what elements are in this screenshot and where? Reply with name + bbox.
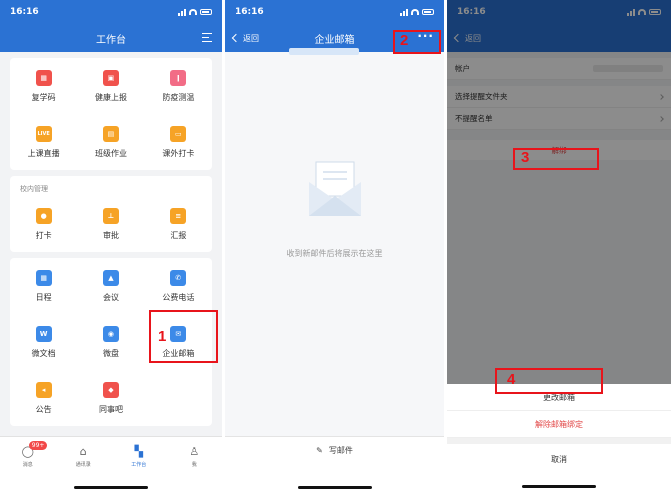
empty-mail-icon (309, 161, 361, 216)
app-schedule[interactable]: ▦ 日程 (10, 258, 77, 314)
home-indicator (74, 486, 148, 489)
drive-icon: ◉ (102, 325, 119, 342)
compose-bar: ✎ 写邮件 (225, 436, 444, 496)
checkin-card-icon: ▭ (170, 125, 187, 142)
document-icon: W (35, 325, 52, 342)
action-sheet: 更改邮箱 解除邮箱绑定 取消 (447, 384, 671, 496)
signal-icon (400, 8, 408, 16)
app-colleague-forum[interactable]: ◆ 同事吧 (77, 370, 144, 426)
app-public-phone[interactable]: ✆ 公费电话 (145, 258, 212, 314)
cancel-button[interactable]: 取消 (447, 444, 671, 474)
homework-icon: ▤ (102, 125, 119, 142)
status-bar: 16:16 (225, 0, 444, 24)
bottom-tab-bar: ◯ 99+ 消息 ⌂ 通讯录 ▚ 工作台 ♙ 我 (0, 436, 222, 496)
location-pin-icon: ● (35, 207, 52, 224)
announcement-icon: ◂ (35, 381, 52, 398)
step-number-2: 2 (400, 32, 409, 49)
status-time: 16:16 (235, 7, 264, 17)
app-micro-doc[interactable]: W 微文档 (10, 314, 77, 370)
section-title: 校内管理 (20, 185, 48, 193)
app-report[interactable]: ≡ 汇报 (145, 196, 212, 252)
tab-workbench[interactable]: ▚ 工作台 (119, 445, 159, 468)
back-button[interactable]: 返回 (231, 24, 259, 52)
person-icon: ♙ (189, 445, 200, 458)
report-icon: ≡ (170, 207, 187, 224)
edit-icon: ✎ (316, 446, 323, 455)
app-group-school-management: 校内管理 ● 打卡 ⊥ 审批 ≡ 汇报 (10, 176, 212, 252)
home-indicator (297, 486, 372, 489)
tab-messages[interactable]: ◯ 99+ 消息 (8, 441, 48, 468)
app-micro-drive[interactable]: ◉ 微盘 (77, 314, 144, 370)
org-chart-icon: ⌂ (79, 445, 87, 458)
status-bar: 16:16 (0, 0, 222, 24)
app-group-health: ▦ 复学码 ▣ 健康上报 ǀ 防疫测温 LIVE 上课直播 ▤ 班级作业 ▭ 课外打卡 (10, 58, 212, 170)
live-icon: LIVE (35, 125, 52, 142)
app-clock-in[interactable]: ● 打卡 (10, 196, 77, 252)
app-temperature[interactable]: ǀ 防疫测温 (145, 58, 212, 114)
mailbox-screen: 16:16 返回 企业邮箱 ··· 收到新邮件后将展示在这里 ✎ 写邮件 2 (225, 0, 444, 496)
thermometer-icon: ǀ (170, 69, 187, 86)
status-time: 16:16 (10, 7, 39, 17)
page-title: 工作台 (96, 34, 126, 46)
tab-me[interactable]: ♙ 我 (174, 445, 214, 468)
chevron-left-icon (231, 33, 241, 43)
home-indicator (522, 485, 596, 488)
qr-code-icon: ▦ (35, 69, 52, 86)
app-extracurricular-checkin[interactable]: ▭ 课外打卡 (145, 114, 212, 170)
mail-settings-screen: 16:16 返回 帐户 选择提醒文件夹 不提醒名单 解绑 更改邮箱 解除邮箱绑定… (447, 0, 671, 496)
health-report-icon: ▣ (102, 69, 119, 86)
battery-icon (200, 9, 212, 15)
step-number-3: 3 (521, 149, 530, 166)
workbench-screen: 16:16 工作台 ▦ 复学码 ▣ 健康上报 ǀ 防疫测温 LIVE 上课直播 ▤ 班级作… (0, 0, 222, 496)
app-meeting[interactable]: ▲ 会议 (77, 258, 144, 314)
app-announcement[interactable]: ◂ 公告 (10, 370, 77, 426)
phone-icon: ✆ (170, 269, 187, 286)
app-fuxuema[interactable]: ▦ 复学码 (10, 58, 77, 114)
colleague-forum-icon: ◆ (102, 381, 119, 398)
empty-state-text: 收到新邮件后将展示在这里 (286, 249, 383, 258)
meeting-icon: ▲ (102, 269, 119, 286)
grid-icon: ▚ (134, 445, 143, 458)
step-number-1: 1 (158, 328, 167, 345)
unread-badge: 99+ (28, 441, 48, 450)
app-class-homework[interactable]: ▤ 班级作业 (77, 114, 144, 170)
app-live-class[interactable]: LIVE 上课直播 (10, 114, 77, 170)
wifi-icon (411, 9, 419, 15)
step-number-4: 4 (507, 371, 516, 388)
app-health-report[interactable]: ▣ 健康上报 (77, 58, 144, 114)
wifi-icon (189, 9, 197, 15)
calendar-icon: ▦ (35, 269, 52, 286)
menu-settings-icon[interactable] (202, 33, 212, 42)
compose-button[interactable]: ✎ 写邮件 (225, 437, 444, 456)
tab-contacts[interactable]: ⌂ 通讯录 (63, 445, 103, 468)
workbench-header: 16:16 工作台 (0, 0, 222, 52)
blurred-account (289, 48, 359, 55)
signal-icon (178, 8, 186, 16)
battery-icon (422, 9, 434, 15)
page-title: 企业邮箱 (314, 34, 355, 46)
unbind-mailbox-button[interactable]: 解除邮箱绑定 (447, 411, 671, 438)
approval-icon: ⊥ (102, 207, 119, 224)
app-approval[interactable]: ⊥ 审批 (77, 196, 144, 252)
